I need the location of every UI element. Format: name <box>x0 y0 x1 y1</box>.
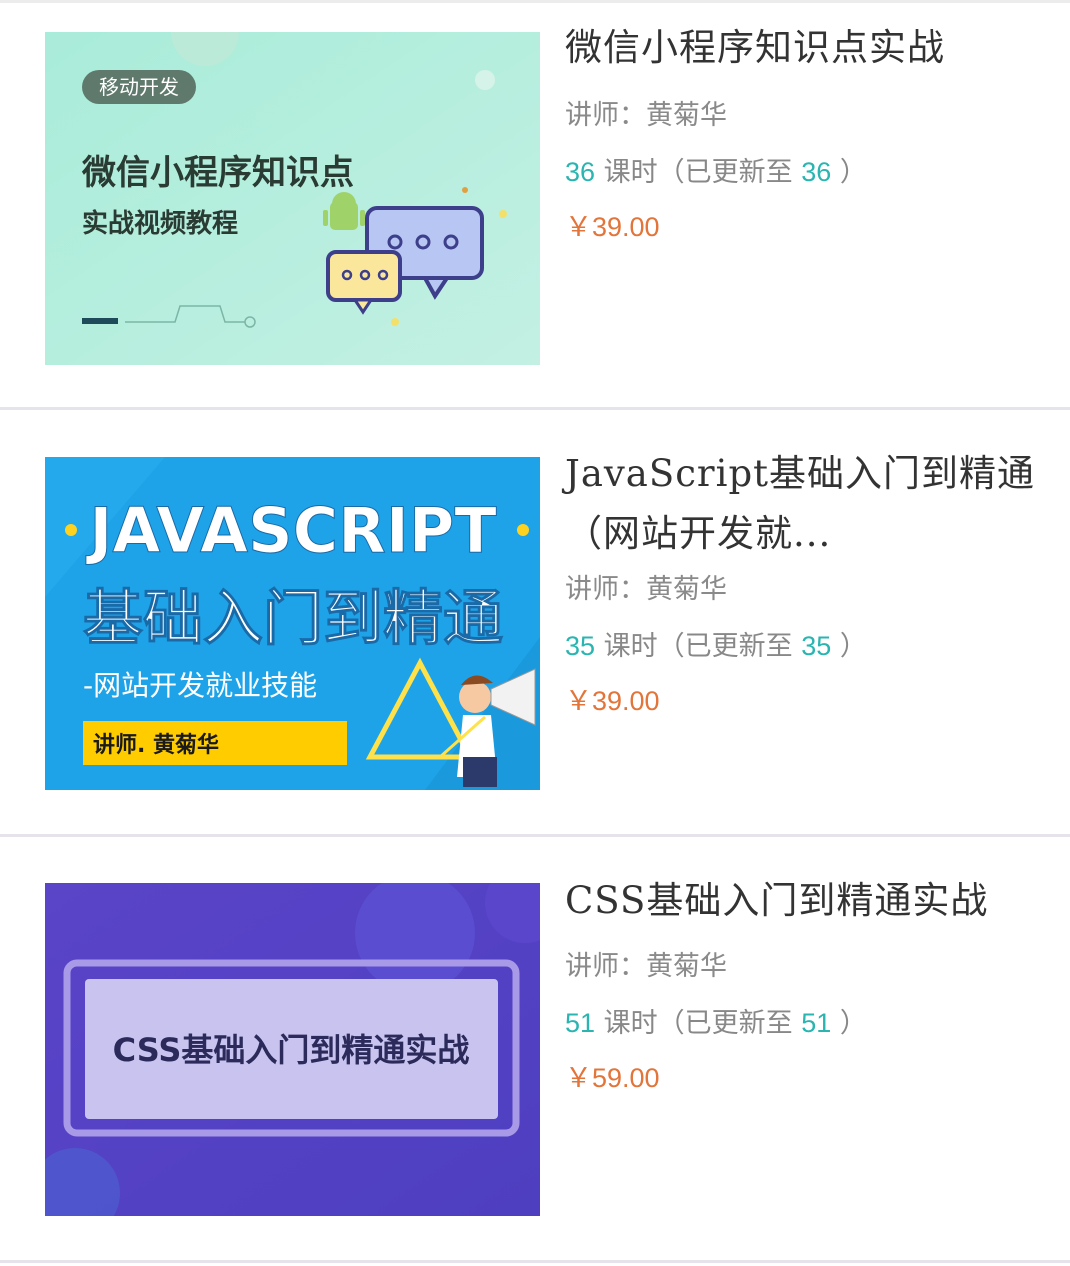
thumb-title-line1: JAVASCRIPT <box>85 494 496 567</box>
lesson-label: 课时（已更新至 <box>603 157 793 188</box>
course-price: ￥39.00 <box>565 212 660 242</box>
thumb-title-line1: 微信小程序知识点 <box>81 153 354 193</box>
course-info: JavaScript基础入门到精通（网站开发就... 讲师：黄菊华 35 课时（… <box>565 444 1045 721</box>
course-title[interactable]: JavaScript基础入门到精通（网站开发就... <box>565 444 1045 564</box>
lesson-count: 51 <box>565 1008 596 1038</box>
course-teacher: 讲师：黄菊华 <box>565 951 727 982</box>
thumb-title-line2: 基础入门到精通 <box>83 584 503 654</box>
updated-count: 35 <box>801 631 832 661</box>
course-item-wechat-miniprogram[interactable]: 移动开发 微信小程序知识点 实战视频教程 微信小程序知识点实战 讲师：黄菊华 3… <box>0 0 1070 410</box>
course-item-javascript[interactable]: JAVASCRIPT 基础入门到精通 -网站开发就业技能 讲师. 黄菊华 Jav… <box>0 410 1070 837</box>
lesson-label: 课时（已更新至 <box>603 1008 793 1039</box>
course-item-css[interactable]: CSS基础入门到精通实战 CSS基础入门到精通实战 讲师：黄菊华 51 课时（已… <box>0 837 1070 1263</box>
course-info: 微信小程序知识点实战 讲师：黄菊华 36 课时（已更新至 36 ） ￥39.00 <box>565 18 1045 247</box>
updated-count: 51 <box>801 1008 832 1038</box>
course-lessons: 36 课时（已更新至 36 ） <box>565 152 1045 193</box>
lesson-close-paren: ） <box>839 1008 867 1039</box>
thumb-title-line1: CSS基础入门到精通实战 <box>113 1031 470 1069</box>
category-badge-text: 移动开发 <box>99 75 179 99</box>
thumb-subtitle: -网站开发就业技能 <box>83 669 317 702</box>
thumb-title-line2: 实战视频教程 <box>82 208 238 239</box>
lesson-close-paren: ） <box>839 157 867 188</box>
course-title[interactable]: 微信小程序知识点实战 <box>565 18 1045 78</box>
course-teacher: 讲师：黄菊华 <box>565 574 727 605</box>
course-price: ￥59.00 <box>565 1063 660 1093</box>
thumb-teacher-text: 讲师. 黄菊华 <box>93 732 219 758</box>
course-thumbnail: JAVASCRIPT 基础入门到精通 -网站开发就业技能 讲师. 黄菊华 <box>45 457 540 790</box>
course-price: ￥39.00 <box>565 686 660 716</box>
lesson-close-paren: ） <box>839 631 867 662</box>
item-divider <box>0 1260 1070 1263</box>
updated-count: 36 <box>801 157 832 187</box>
lesson-count: 35 <box>565 631 596 661</box>
course-thumbnail: 移动开发 微信小程序知识点 实战视频教程 <box>45 32 540 365</box>
course-list: 移动开发 微信小程序知识点 实战视频教程 微信小程序知识点实战 讲师：黄菊华 3… <box>0 0 1070 1266</box>
course-lessons: 35 课时（已更新至 35 ） <box>565 626 1045 667</box>
course-teacher: 讲师：黄菊华 <box>565 100 727 131</box>
course-title[interactable]: CSS基础入门到精通实战 <box>565 871 1045 931</box>
lesson-label: 课时（已更新至 <box>603 631 793 662</box>
lesson-count: 36 <box>565 157 596 187</box>
course-lessons: 51 课时（已更新至 51 ） <box>565 1003 1045 1044</box>
course-info: CSS基础入门到精通实战 讲师：黄菊华 51 课时（已更新至 51 ） ￥59.… <box>565 871 1045 1098</box>
course-thumbnail: CSS基础入门到精通实战 <box>45 883 540 1216</box>
